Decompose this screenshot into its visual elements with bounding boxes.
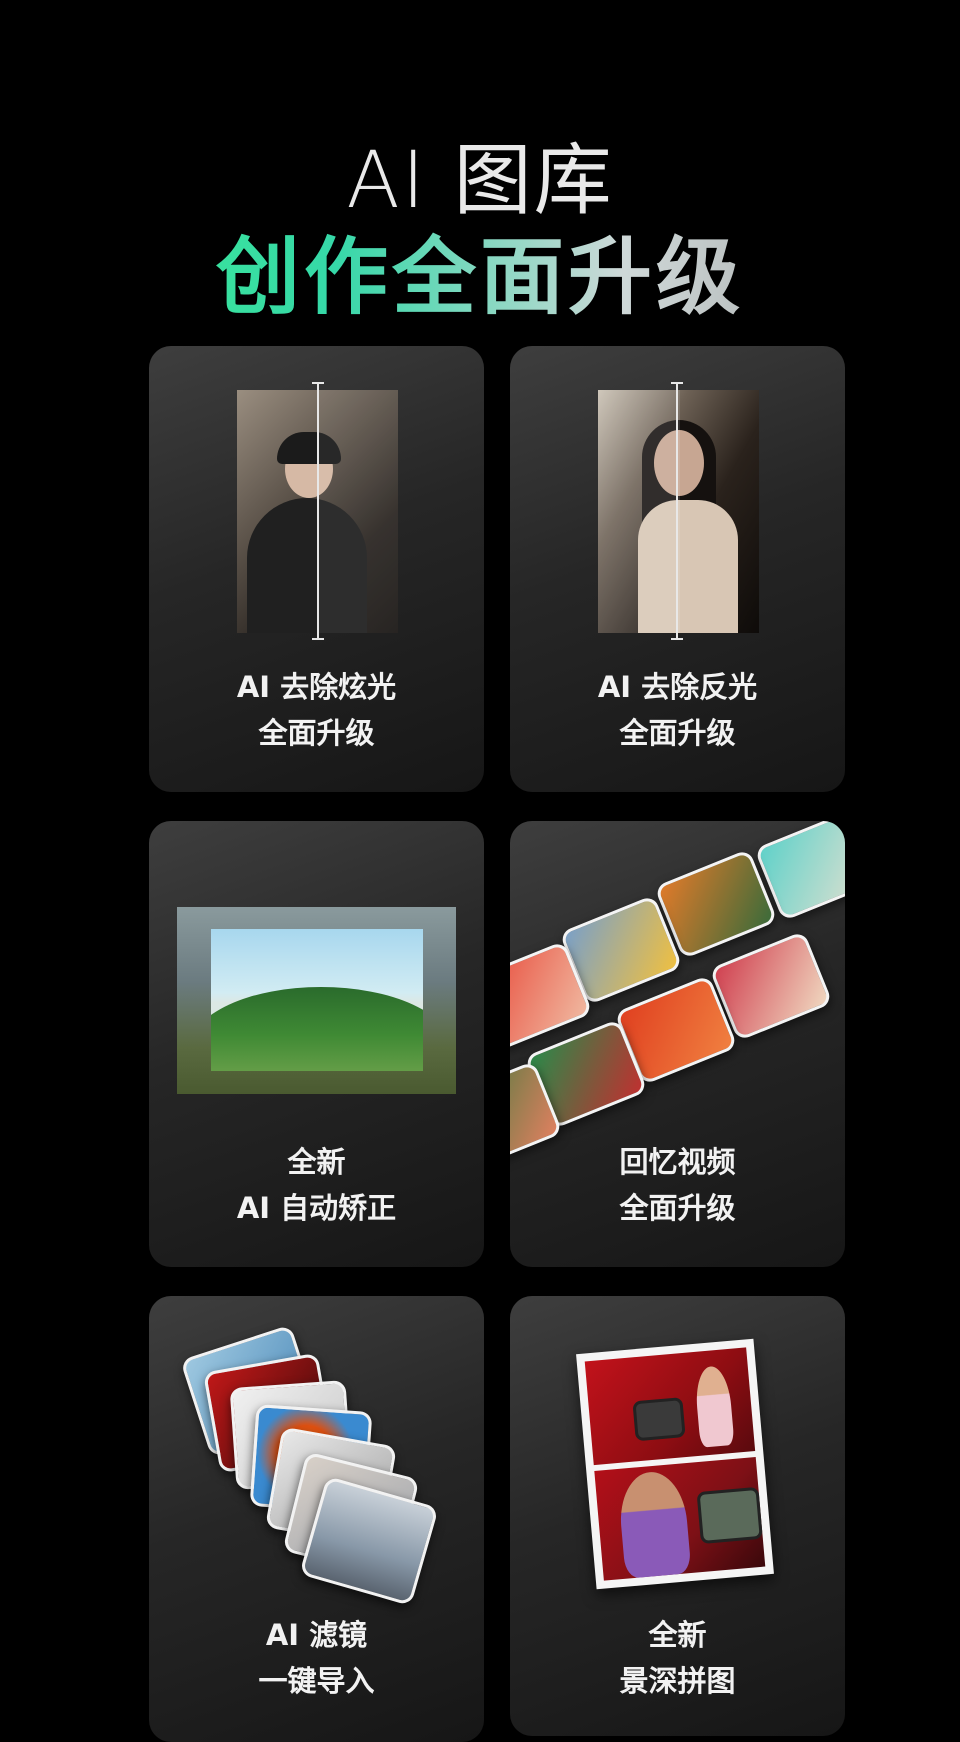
card-title: AI 去除反光 <box>597 670 758 704</box>
card-title: AI 去除炫光 <box>236 670 397 704</box>
reflection-portrait-image <box>598 390 759 633</box>
landscape-image-frame <box>177 907 456 1094</box>
card-subtitle: 全面升级 <box>258 716 375 750</box>
card-subtitle: 景深拼图 <box>619 1664 736 1698</box>
card-subtitle: 一键导入 <box>258 1664 375 1698</box>
feature-card-ai-filter[interactable]: AI 滤镜 一键导入 <box>149 1296 484 1742</box>
landscape-image <box>211 929 423 1071</box>
feature-card-flare-removal[interactable]: AI 去除炫光 全面升级 <box>149 346 484 792</box>
feature-card-depth-collage[interactable]: 全新 景深拼图 <box>510 1296 845 1736</box>
compare-slider-handle[interactable] <box>312 382 324 640</box>
compare-slider-handle[interactable] <box>671 382 683 640</box>
card-subtitle: 全面升级 <box>619 1191 736 1225</box>
card-subtitle: AI 自动矫正 <box>236 1191 397 1225</box>
feature-card-reflection-removal[interactable]: AI 去除反光 全面升级 <box>510 346 845 792</box>
feature-card-memory-video[interactable]: 回忆视频 全面升级 <box>510 821 845 1267</box>
card-title: AI 滤镜 <box>265 1618 368 1652</box>
card-title: 全新 <box>287 1145 346 1179</box>
card-title: 全新 <box>648 1618 707 1652</box>
feature-card-auto-correction[interactable]: 全新 AI 自动矫正 <box>149 821 484 1267</box>
collage-preview <box>576 1338 774 1590</box>
page-subtitle: 创作全面升级 <box>0 210 960 331</box>
card-subtitle: 全面升级 <box>619 716 736 750</box>
card-title: 回忆视频 <box>619 1145 736 1179</box>
